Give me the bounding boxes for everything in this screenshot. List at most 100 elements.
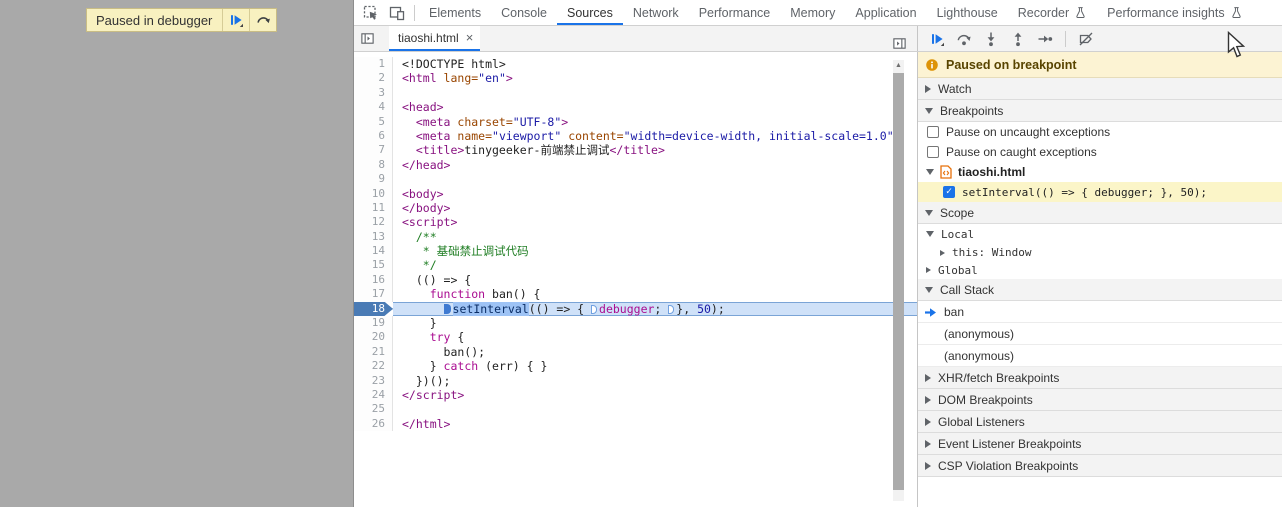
line-number[interactable]: 13 <box>354 229 393 245</box>
code-token: lang= <box>443 71 479 86</box>
line-number[interactable]: 24 <box>354 387 393 403</box>
line-number[interactable]: 19 <box>354 316 393 331</box>
inspect-icon[interactable] <box>358 0 384 25</box>
line-number[interactable]: 1 <box>354 57 393 72</box>
line-number[interactable]: 25 <box>354 402 393 417</box>
section-global-listeners[interactable]: Global Listeners <box>918 411 1282 433</box>
toolbar-divider <box>1065 30 1066 47</box>
line-number[interactable]: 18 <box>354 301 393 317</box>
line-number[interactable]: 7 <box>354 143 393 158</box>
line-number[interactable]: 23 <box>354 373 393 388</box>
line-number[interactable]: 26 <box>354 416 393 432</box>
line-number[interactable]: 2 <box>354 71 393 86</box>
step-out-icon[interactable] <box>1006 27 1030 51</box>
line-number[interactable]: 9 <box>354 172 393 187</box>
code-line: 4 <head> <box>354 100 917 115</box>
scroll-up-icon[interactable]: ▲ <box>893 60 904 71</box>
breakpoint-code: setInterval(() => { debugger; }, 50); <box>962 185 1208 199</box>
inline-breakpoint-marker-icon[interactable] <box>443 303 451 314</box>
close-icon[interactable]: × <box>466 31 474 44</box>
checkbox[interactable] <box>927 126 939 138</box>
section-csp-violation-breakpoints[interactable]: CSP Violation Breakpoints <box>918 455 1282 477</box>
code-token: </body> <box>402 200 451 215</box>
breakpoint-file-group[interactable]: tiaoshi.html <box>918 162 1282 182</box>
show-navigator-icon[interactable] <box>354 26 380 51</box>
code-text: } catch (err) { } <box>393 359 917 373</box>
scope-local-row[interactable]: Local <box>918 224 1282 244</box>
step-over-icon[interactable] <box>952 27 976 51</box>
tab-sources[interactable]: Sources <box>557 0 623 25</box>
line-number[interactable]: 12 <box>354 215 393 230</box>
section-breakpoints[interactable]: Breakpoints <box>918 100 1282 122</box>
call-stack-frame[interactable]: (anonymous) <box>918 345 1282 367</box>
code-text: </body> <box>393 201 917 215</box>
device-toolbar-icon[interactable] <box>384 0 410 25</box>
tab-recorder[interactable]: Recorder <box>1008 0 1097 25</box>
tab-console[interactable]: Console <box>491 0 557 25</box>
tab-application[interactable]: Application <box>845 0 926 25</box>
code-token: * 基础禁止调试代码 <box>402 244 529 259</box>
section-call-stack[interactable]: Call Stack <box>918 279 1282 301</box>
step-icon[interactable] <box>1033 27 1057 51</box>
code-text: </script> <box>393 388 917 402</box>
chevron-right-icon <box>940 249 945 256</box>
scrollbar-thumb[interactable] <box>893 73 904 490</box>
breakpoint-file-name: tiaoshi.html <box>958 165 1026 179</box>
step-over-button[interactable] <box>249 9 276 31</box>
toolbar-divider <box>414 4 415 21</box>
code-line: 2 <html lang="en"> <box>354 71 917 86</box>
line-number[interactable]: 5 <box>354 114 393 129</box>
file-tab-tiaoshi[interactable]: tiaoshi.html × <box>389 26 481 51</box>
resume-button[interactable] <box>222 9 249 31</box>
devtools-main-tab-bar: Elements Console Sources Network Performance… <box>354 0 1282 25</box>
code-line: 12 <script> <box>354 215 917 230</box>
line-number[interactable]: 11 <box>354 200 393 216</box>
tab-performance[interactable]: Performance <box>689 0 781 25</box>
code-token: try <box>429 330 451 345</box>
inline-breakpoint-marker-icon[interactable] <box>591 304 598 314</box>
chevron-right-icon <box>925 395 931 404</box>
scope-global-row[interactable]: Global <box>918 261 1282 279</box>
tab-network[interactable]: Network <box>623 0 689 25</box>
line-number[interactable]: 14 <box>354 244 393 259</box>
deactivate-breakpoints-icon[interactable] <box>1074 27 1098 51</box>
section-event-listener-breakpoints[interactable]: Event Listener Breakpoints <box>918 433 1282 455</box>
section-watch[interactable]: Watch <box>918 78 1282 100</box>
breakpoint-entry[interactable]: ✓ setInterval(() => { debugger; }, 50); <box>918 182 1282 202</box>
line-number[interactable]: 16 <box>354 272 393 288</box>
breakpoint-checkbox[interactable]: ✓ <box>943 186 955 198</box>
section-scope[interactable]: Scope <box>918 202 1282 224</box>
resume-icon[interactable] <box>925 27 949 51</box>
call-stack-frame[interactable]: ban <box>918 301 1282 323</box>
line-number[interactable]: 20 <box>354 330 393 345</box>
code-text: <script> <box>393 215 917 229</box>
line-number[interactable]: 6 <box>354 128 393 144</box>
code-text: } <box>393 316 917 330</box>
line-number[interactable]: 22 <box>354 359 393 374</box>
line-number[interactable]: 15 <box>354 258 393 273</box>
tab-elements[interactable]: Elements <box>419 0 491 25</box>
line-number[interactable]: 10 <box>354 186 393 201</box>
tab-lighthouse[interactable]: Lighthouse <box>927 0 1008 25</box>
line-number[interactable]: 3 <box>354 85 393 101</box>
section-xhr-fetch-breakpoints[interactable]: XHR/fetch Breakpoints <box>918 367 1282 389</box>
pause-exception-option[interactable]: Pause on uncaught exceptions <box>918 122 1282 142</box>
inline-breakpoint-marker-icon[interactable] <box>668 304 675 314</box>
step-into-icon[interactable] <box>979 27 1003 51</box>
call-stack-frame[interactable]: (anonymous) <box>918 323 1282 345</box>
html-file-icon <box>940 165 952 179</box>
line-number[interactable]: 4 <box>354 100 393 115</box>
code-token: { <box>450 330 465 345</box>
scope-this-row[interactable]: this: Window <box>918 244 1282 261</box>
line-number[interactable]: 21 <box>354 344 393 360</box>
section-dom-breakpoints[interactable]: DOM Breakpoints <box>918 389 1282 411</box>
tab-memory[interactable]: Memory <box>780 0 845 25</box>
scope-this-label: this: Window <box>952 246 1032 259</box>
line-number[interactable]: 8 <box>354 157 393 173</box>
tab-performance-insights[interactable]: Performance insights <box>1097 0 1252 25</box>
editor-scrollbar[interactable]: ▲ <box>893 60 904 501</box>
pause-exception-option[interactable]: Pause on caught exceptions <box>918 142 1282 162</box>
checkbox[interactable] <box>927 146 939 158</box>
line-number[interactable]: 17 <box>354 287 393 302</box>
code-token: </head> <box>402 157 451 172</box>
